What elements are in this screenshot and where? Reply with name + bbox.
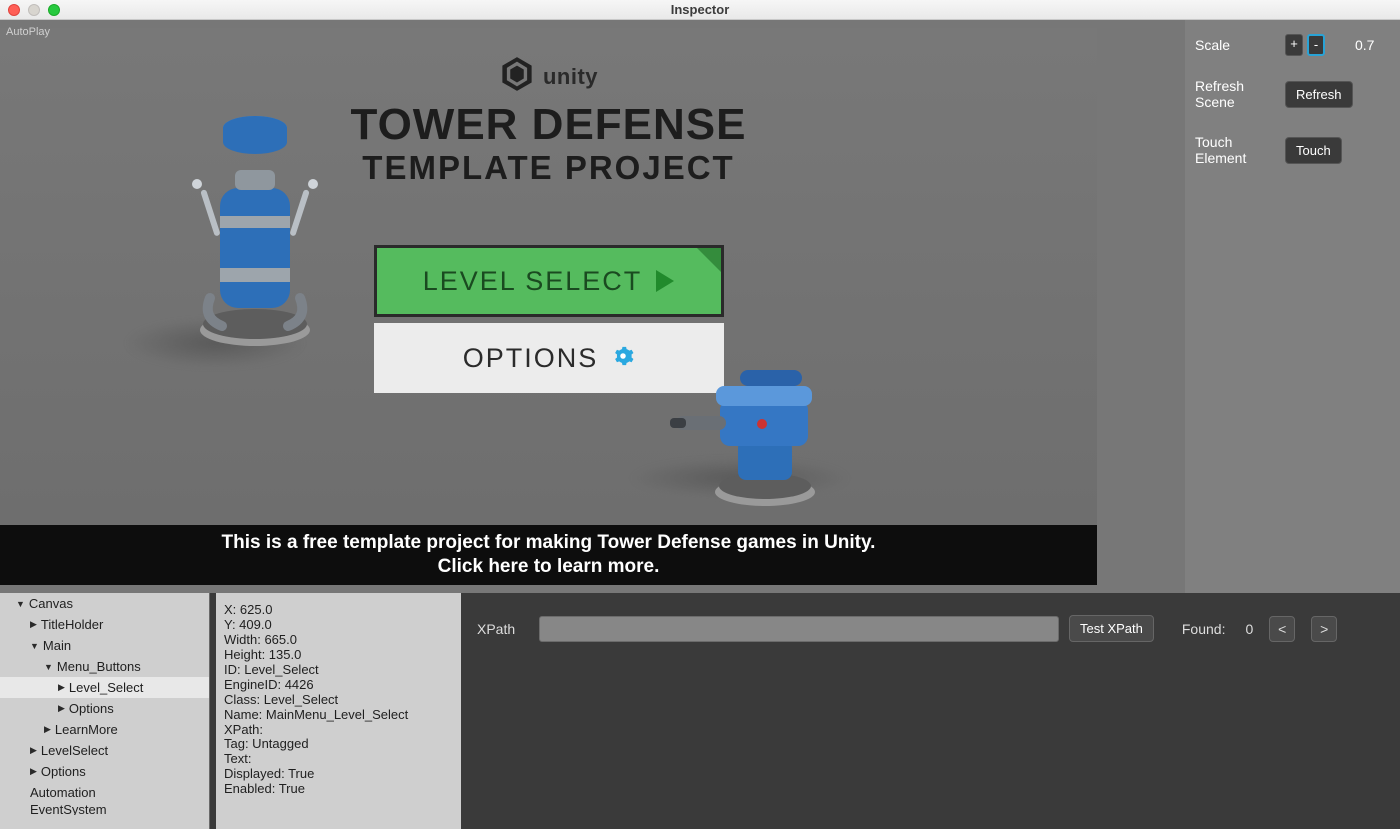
property-row: Width: 665.0 (224, 633, 453, 648)
xpath-next-button[interactable]: > (1311, 616, 1337, 642)
property-row: Height: 135.0 (224, 648, 453, 663)
gear-icon (612, 343, 634, 374)
property-row: Class: Level_Select (224, 693, 453, 708)
tree-item-label: Level_Select (69, 680, 143, 695)
window-title: Inspector (0, 2, 1400, 17)
tree-item[interactable]: ▶ LevelSelect (0, 740, 209, 761)
tree-item-label: Menu_Buttons (57, 659, 141, 674)
property-row: Enabled: True (224, 782, 453, 797)
scale-label: Scale (1195, 37, 1285, 53)
xpath-prev-button[interactable]: < (1269, 616, 1295, 642)
xpath-bar: XPath Test XPath Found: 0 < > (461, 593, 1400, 829)
game-view: unity TOWER DEFENSE TEMPLATE PROJECT LEV… (0, 28, 1097, 525)
tree-item-label: EventSystem (30, 803, 107, 815)
tree-item-label: Options (69, 701, 114, 716)
options-label: OPTIONS (463, 343, 599, 374)
scale-increase-button[interactable]: + (1285, 34, 1303, 56)
chevron-down-icon: ▼ (16, 599, 25, 609)
tree-item[interactable]: ▶ Options (0, 761, 209, 782)
property-row: Y: 409.0 (224, 618, 453, 633)
unity-logo: unity (0, 56, 1097, 97)
tree-item[interactable]: EventSystem (0, 803, 209, 815)
chevron-right-icon: ▶ (58, 703, 65, 714)
tree-item[interactable]: ▶ Level_Select (0, 677, 209, 698)
game-subtitle: TEMPLATE PROJECT (0, 149, 1097, 187)
unity-logo-icon (499, 56, 535, 97)
autoplay-label: AutoPlay (6, 26, 50, 38)
touch-element-label: Touch Element (1195, 134, 1285, 166)
learn-more-banner[interactable]: This is a free template project for maki… (0, 525, 1097, 585)
tree-item-label: TitleHolder (41, 617, 103, 632)
test-xpath-button[interactable]: Test XPath (1069, 615, 1154, 642)
tree-item[interactable]: ▶ Options (0, 698, 209, 719)
tree-item[interactable]: ▼ Canvas (0, 593, 209, 614)
property-row: ID: Level_Select (224, 663, 453, 678)
play-icon (656, 270, 674, 292)
refresh-scene-label: Refresh Scene (1195, 78, 1285, 110)
chevron-down-icon: ▼ (30, 641, 39, 651)
refresh-button[interactable]: Refresh (1285, 81, 1353, 108)
chevron-down-icon: ▼ (44, 662, 53, 672)
tree-item[interactable]: Automation (0, 782, 209, 803)
property-row: Text: (224, 752, 453, 767)
xpath-input[interactable] (539, 616, 1059, 642)
banner-line1: This is a free template project for maki… (222, 531, 876, 555)
unity-brand-text: unity (543, 64, 598, 90)
found-label: Found: (1182, 621, 1226, 637)
turret-graphic-left (180, 98, 330, 348)
scale-value: 0.7 (1355, 37, 1374, 53)
xpath-label: XPath (477, 621, 529, 637)
properties-panel: X: 625.0Y: 409.0Width: 665.0Height: 135.… (216, 593, 461, 829)
window-titlebar: Inspector (0, 0, 1400, 20)
chevron-right-icon: ▶ (58, 682, 65, 693)
chevron-right-icon: ▶ (30, 766, 37, 777)
property-row: XPath: (224, 723, 453, 738)
game-title: TOWER DEFENSE (0, 103, 1097, 147)
side-panel: Scale + - 0.7 Refresh Scene Refresh Touc… (1185, 20, 1400, 593)
tree-item[interactable]: ▶ TitleHolder (0, 614, 209, 635)
touch-button[interactable]: Touch (1285, 137, 1342, 164)
tree-item[interactable]: ▼ Main (0, 635, 209, 656)
property-row: Displayed: True (224, 767, 453, 782)
scale-decrease-button[interactable]: - (1307, 34, 1325, 56)
property-row: X: 625.0 (224, 603, 453, 618)
tree-item-label: Main (43, 638, 71, 653)
tree-item[interactable]: ▼ Menu_Buttons (0, 656, 209, 677)
chevron-right-icon: ▶ (30, 745, 37, 756)
property-row: Name: MainMenu_Level_Select (224, 708, 453, 723)
hierarchy-tree[interactable]: ▼Canvas▶TitleHolder▼Main▼Menu_Buttons▶Le… (0, 593, 210, 829)
tree-item-label: LevelSelect (41, 743, 108, 758)
banner-line2: Click here to learn more. (438, 555, 660, 579)
chevron-right-icon: ▶ (30, 619, 37, 630)
tree-item-label: Canvas (29, 596, 73, 611)
tree-item-label: LearnMore (55, 722, 118, 737)
tree-item-label: Options (41, 764, 86, 779)
tree-item-label: Automation (30, 785, 96, 800)
property-row: EngineID: 4426 (224, 678, 453, 693)
stage-container: AutoPlay (0, 20, 1185, 593)
chevron-right-icon: ▶ (44, 724, 51, 735)
property-row: Tag: Untagged (224, 737, 453, 752)
level-select-button[interactable]: LEVEL SELECT (374, 245, 724, 317)
tree-item[interactable]: ▶ LearnMore (0, 719, 209, 740)
found-value: 0 (1245, 621, 1253, 637)
level-select-label: LEVEL SELECT (423, 266, 643, 297)
turret-graphic-right (670, 358, 840, 508)
